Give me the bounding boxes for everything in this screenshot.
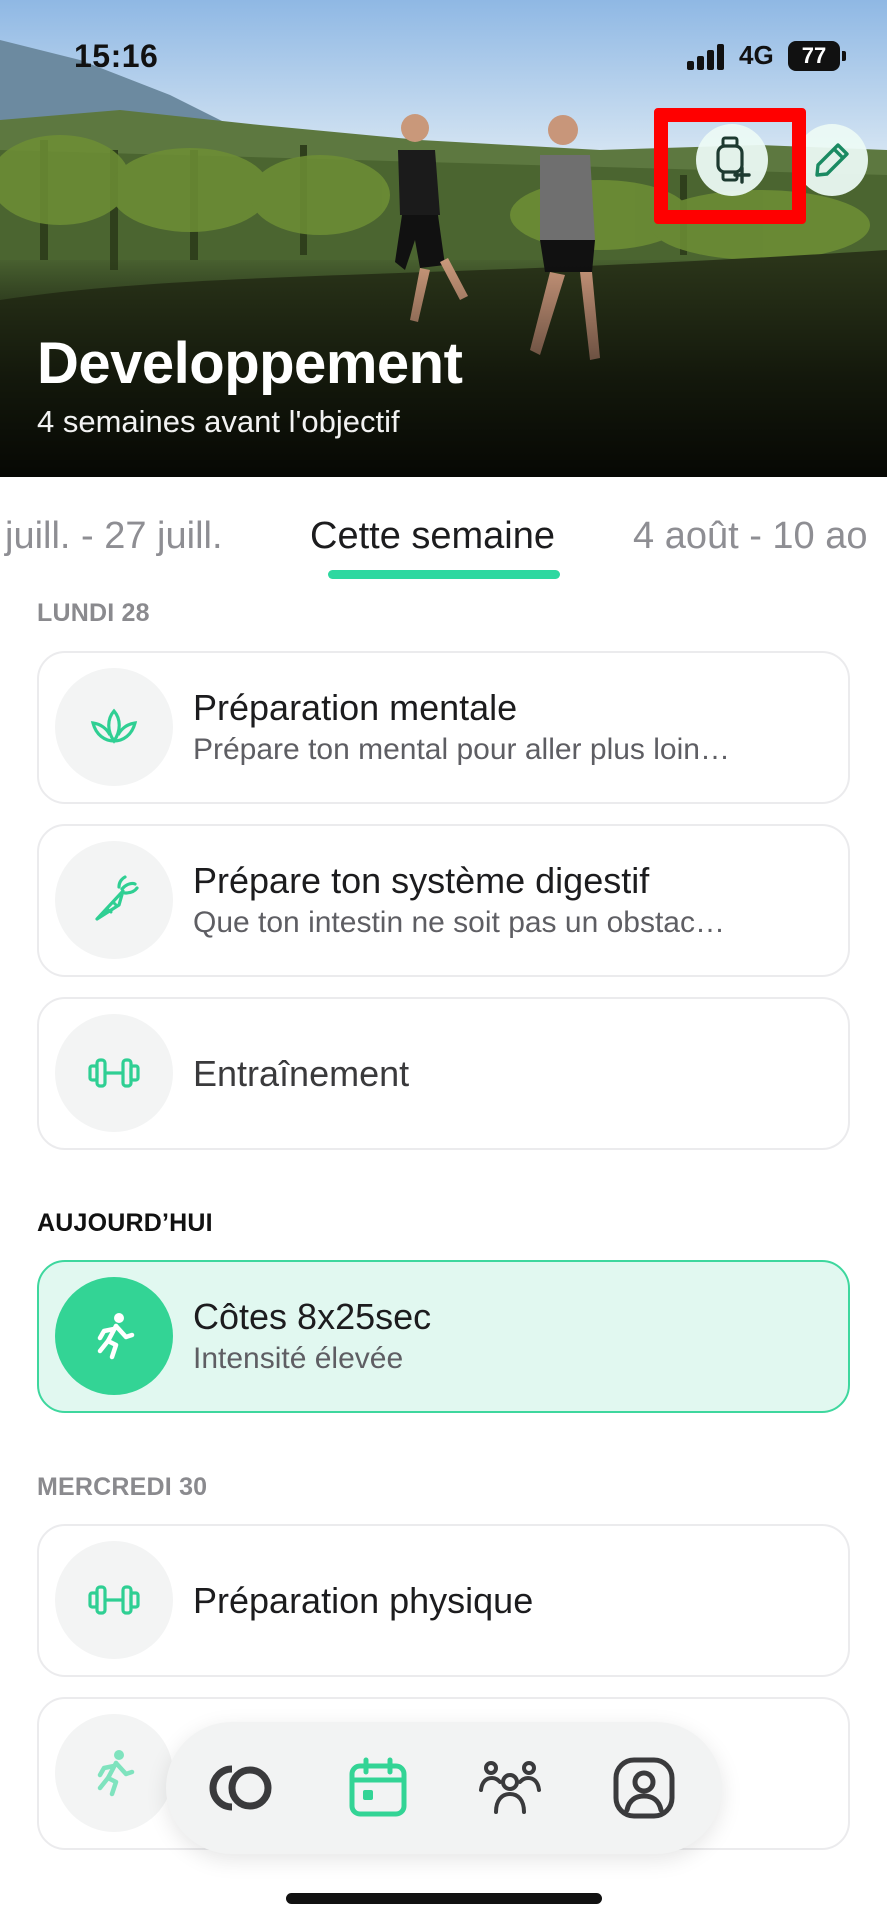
session-title: Entraînement: [193, 1053, 410, 1094]
session-card-today[interactable]: Côtes 8x25sec Intensité élevée: [37, 1260, 850, 1413]
profile-icon: [613, 1757, 675, 1819]
tab-current-week[interactable]: Cette semaine: [310, 515, 555, 558]
nav-community[interactable]: [466, 1744, 554, 1832]
hero-banner: 15:16 4G 77 Developpement 4 semaines ava…: [0, 0, 887, 477]
session-subtitle: Intensité élevée: [193, 1342, 404, 1375]
session-subtitle: Prépare ton mental pour aller plus loin…: [193, 733, 730, 766]
highlight-annotation: [654, 108, 806, 224]
runner-icon: [55, 1714, 173, 1832]
session-card[interactable]: Préparation physique: [37, 1524, 850, 1677]
nav-home[interactable]: [198, 1744, 286, 1832]
active-tab-indicator: [328, 570, 560, 579]
bottom-navigation: [166, 1722, 722, 1854]
dumbbell-icon: [55, 1541, 173, 1659]
status-time: 15:16: [74, 38, 159, 74]
nav-profile[interactable]: [600, 1744, 688, 1832]
calendar-icon: [349, 1757, 407, 1817]
brand-logo-icon: [209, 1765, 272, 1811]
dumbbell-icon: [55, 1014, 173, 1132]
status-bar: 15:16 4G 77: [0, 0, 887, 112]
session-title: Préparation mentale: [193, 687, 518, 728]
session-subtitle: Que ton intestin ne soit pas un obstac…: [193, 906, 725, 939]
network-type: 4G: [739, 40, 774, 70]
lotus-icon: [55, 668, 173, 786]
session-card[interactable]: Prépare ton système digestif Que ton int…: [37, 824, 850, 977]
day-label: LUNDI 28: [37, 599, 150, 627]
plan-title: Developpement: [37, 331, 463, 396]
day-label: MERCREDI 30: [37, 1473, 208, 1501]
week-selector: juill. - 27 juill. Cette semaine 4 août …: [0, 477, 887, 589]
edit-plan-button[interactable]: [796, 124, 868, 196]
session-title: Prépare ton système digestif: [193, 860, 650, 901]
carrot-icon: [55, 841, 173, 959]
home-indicator: [286, 1893, 602, 1904]
session-card[interactable]: Entraînement: [37, 997, 850, 1150]
battery-icon: 77: [788, 41, 846, 71]
nav-calendar[interactable]: [334, 1744, 422, 1832]
day-label-today: AUJOURD’HUI: [37, 1209, 213, 1237]
community-icon: [479, 1761, 541, 1814]
session-card[interactable]: Préparation mentale Prépare ton mental p…: [37, 651, 850, 804]
tab-next-week[interactable]: 4 août - 10 ao: [633, 515, 868, 558]
runner-icon: [55, 1277, 173, 1395]
signal-icon: [687, 44, 727, 70]
session-title: Côtes 8x25sec: [193, 1296, 432, 1337]
plan-subtitle: 4 semaines avant l'objectif: [37, 404, 400, 439]
pencil-icon: [815, 143, 849, 177]
tab-previous-week[interactable]: juill. - 27 juill.: [5, 515, 223, 558]
session-title: Préparation physique: [193, 1580, 534, 1621]
